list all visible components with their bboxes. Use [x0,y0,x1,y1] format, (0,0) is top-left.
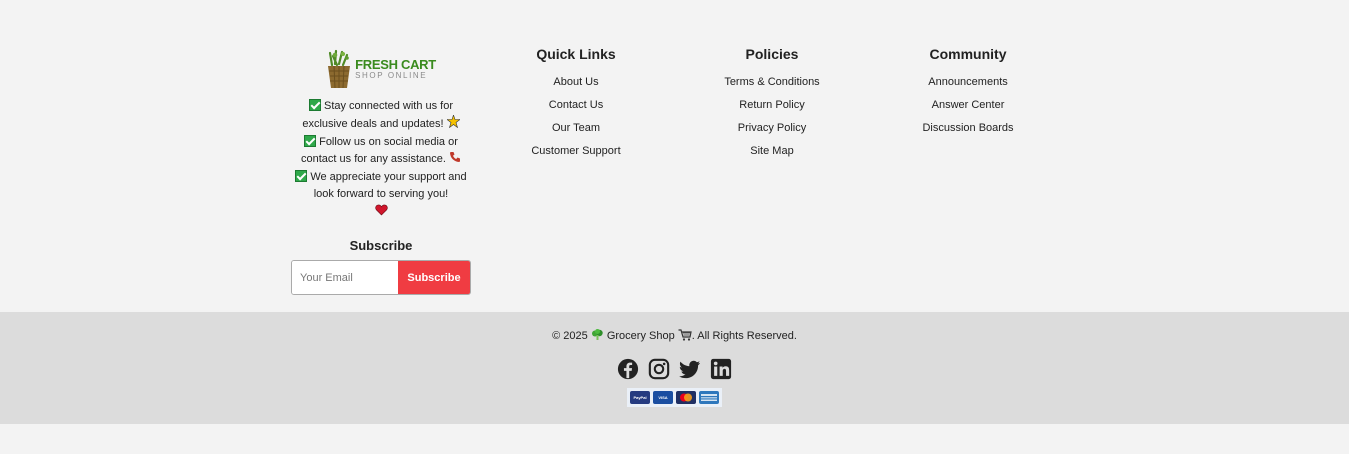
intro-line-3: We appreciate your support and look forw… [310,171,467,200]
policies-column: Policies Terms & Conditions Return Polic… [682,46,862,163]
visa-icon: VISA [653,391,673,404]
subscribe-form: Subscribe [291,260,471,295]
footer-bottom: © 2025 Grocery Shop . All Rights Reserve… [0,312,1349,424]
subscribe-button[interactable]: Subscribe [398,261,470,294]
copyright-year: © 2025 [552,330,588,342]
intro-line-1: Stay connected with us for exclusive dea… [302,100,453,130]
quick-links-heading: Quick Links [536,46,616,62]
link-site-map[interactable]: Site Map [682,140,862,163]
community-column: Community Announcements Answer Center Di… [878,46,1058,140]
link-answer-center[interactable]: Answer Center [878,94,1058,117]
phone-icon [449,151,461,169]
footer-top: FRESH CART SHOP ONLINE Stay connected wi… [0,0,1349,312]
intro-line-2: Follow us on social media or contact us … [301,136,458,165]
heart-icon [374,203,388,220]
link-about-us[interactable]: About Us [486,71,666,94]
brand-column: FRESH CART SHOP ONLINE Stay connected wi… [291,44,471,295]
basket-icon [326,49,352,89]
link-terms[interactable]: Terms & Conditions [682,71,862,94]
mastercard-icon [676,391,696,404]
checkmark-icon [308,99,321,111]
instagram-icon[interactable] [648,358,670,380]
sparkle-icon [445,114,461,134]
link-privacy-policy[interactable]: Privacy Policy [682,117,862,140]
facebook-icon[interactable] [617,358,639,380]
link-contact-us[interactable]: Contact Us [486,94,666,117]
link-discussion-boards[interactable]: Discussion Boards [878,117,1058,140]
payment-methods: PayPal VISA [627,388,722,407]
copyright: © 2025 Grocery Shop . All Rights Reserve… [0,329,1349,344]
logo-subtitle: SHOP ONLINE [355,71,428,80]
quick-links-column: Quick Links About Us Contact Us Our Team… [486,46,666,163]
checkmark-icon [295,170,308,182]
cart-icon [678,329,692,344]
link-our-team[interactable]: Our Team [486,117,666,140]
copyright-name: Grocery Shop [606,330,675,342]
social-links [0,358,1349,380]
twitter-icon[interactable] [679,358,701,380]
logo-title: FRESH CART [355,57,436,72]
link-customer-support[interactable]: Customer Support [486,140,666,163]
email-input[interactable] [292,261,398,294]
intro-text: Stay connected with us for exclusive dea… [291,98,471,221]
logo[interactable]: FRESH CART SHOP ONLINE [291,44,471,94]
logo-text: FRESH CART SHOP ONLINE [355,58,436,80]
subscribe-title: Subscribe [349,238,413,253]
linkedin-icon[interactable] [710,358,732,380]
amex-icon [699,391,719,404]
broccoli-icon [591,329,604,344]
copyright-suffix: . All Rights Reserved. [691,330,797,342]
community-heading: Community [929,46,1007,62]
policies-heading: Policies [745,46,799,62]
paypal-icon: PayPal [630,391,650,404]
checkmark-icon [304,135,317,147]
link-return-policy[interactable]: Return Policy [682,94,862,117]
link-announcements[interactable]: Announcements [878,71,1058,94]
